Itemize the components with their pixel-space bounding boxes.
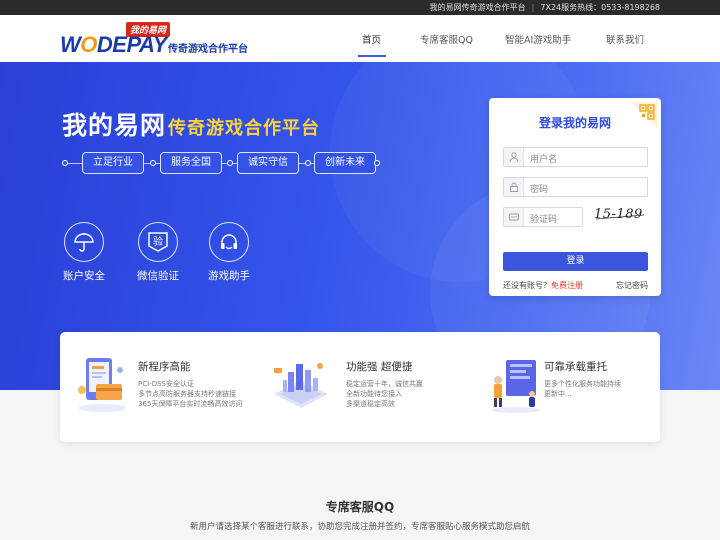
feature-game-assistant: 游戏助手 [203, 222, 255, 283]
nav-home[interactable]: 首页 [362, 32, 381, 46]
feature-card-reliable: 可靠承载重托 更多个性化服务功能持续 更新中... [482, 332, 657, 442]
top-bar-info: 我的易网传奇游戏合作平台 | 7X24服务热线：0533-8198268 [430, 0, 660, 15]
hero-title-sub: 传奇游戏合作平台 [168, 118, 321, 139]
city-platform-illustration [268, 350, 334, 416]
site-name-text: 我的易网传奇游戏合作平台 [429, 3, 526, 12]
feature-card-line: 365天保障平台实时流畅高效访问 [138, 400, 243, 408]
captcha-placeholder: 验证码 [530, 215, 558, 225]
feature-card-title: 新程序高能 [138, 361, 191, 373]
feature-card-desc: PCI-DSS安全认证 多节点高防服务器支持秒速链接 365天保障平台实时流畅高… [138, 379, 242, 409]
feature-card-line: 更多个性化服务功能持续 [544, 380, 621, 388]
feature-strip: 新程序高能 PCI-DSS安全认证 多节点高防服务器支持秒速链接 365天保障平… [60, 332, 660, 442]
hotline-text: 7X24服务热线：0533-8198268 [540, 3, 660, 12]
main-nav: 首页 专席客服QQ 智能AI游戏助手 联系我们 [0, 15, 720, 62]
tagline-dot [305, 160, 311, 166]
feature-label: 账户安全 [63, 270, 105, 282]
feature-card-line: 多渠道稳定高效 [346, 400, 395, 408]
login-title: 登录我的易网 [538, 116, 611, 130]
feature-label: 游戏助手 [208, 270, 250, 282]
feature-card-functions: 功能强 超便捷 稳定运营十年，诚信共赢 全新功能待您接入 多渠道稳定高效 [268, 332, 458, 442]
nav-ai-assistant[interactable]: 智能AI游戏助手 [505, 32, 571, 46]
verify-icon: 验 [138, 222, 178, 262]
tagline-row: 立足行业 服务全国 诚实守信 创新未来 [62, 152, 380, 174]
username-field[interactable]: 用户名 [503, 147, 648, 167]
top-bar: 我的易网传奇游戏合作平台 | 7X24服务热线：0533-8198268 [0, 0, 720, 15]
captcha-image[interactable]: 15-189 [594, 207, 649, 229]
feature-card-desc: 稳定运营十年，诚信共赢 全新功能待您接入 多渠道稳定高效 [346, 379, 423, 409]
tagline-dot [227, 160, 233, 166]
nav-active-underline [358, 55, 386, 57]
password-placeholder: 密码 [530, 185, 549, 195]
hero-title: 我的易网 传奇游戏合作平台 [62, 106, 320, 142]
feature-card-line: 更新中... [544, 390, 572, 398]
forgot-password-link[interactable]: 忘记密码 [616, 280, 648, 291]
payment-card-illustration [72, 350, 138, 416]
tagline-4: 创新未来 [314, 152, 376, 174]
feature-card-line: 稳定运营十年，诚信共赢 [346, 380, 423, 388]
nav-contact[interactable]: 联系我们 [606, 32, 644, 46]
feature-card-program: 新程序高能 PCI-DSS安全认证 多节点高防服务器支持秒速链接 365天保障平… [72, 332, 262, 442]
feature-card-title: 功能强 超便捷 [346, 361, 413, 373]
section-subtitle: 新用户请选择某个客服进行联系，协助您完成注册并签约，专席客服贴心服务模式助您启航 [189, 522, 530, 532]
tagline-dot [62, 160, 68, 166]
shield-code-icon [504, 208, 524, 226]
login-button[interactable]: 登录 [503, 252, 648, 271]
hero-title-main: 我的易网 [62, 111, 167, 140]
tagline-dot [374, 160, 380, 166]
tagline-3: 诚实守信 [237, 152, 299, 174]
nav-qq-service[interactable]: 专席客服QQ [420, 32, 473, 46]
tagline-dot [150, 160, 156, 166]
verify-glyph: 验 [153, 235, 163, 248]
tagline-2: 服务全国 [160, 152, 222, 174]
tagline-1: 立足行业 [82, 152, 144, 174]
headset-icon [209, 222, 249, 262]
header: 我的易网 WODEPAY 传奇游戏合作平台 首页 专席客服QQ 智能AI游戏助手… [0, 15, 720, 62]
feature-card-line: PCI-DSS安全认证 [138, 380, 194, 388]
feature-card-line: 全新功能待您接入 [346, 390, 402, 398]
captcha-field[interactable]: 验证码 [503, 207, 583, 227]
feature-card-desc: 更多个性化服务功能持续 更新中... [544, 379, 621, 399]
team-illustration [482, 350, 548, 416]
lock-icon [504, 178, 524, 196]
feature-card-line: 多节点高防服务器支持秒速链接 [138, 390, 236, 398]
feature-label: 微信验证 [137, 270, 179, 282]
feature-account-security: 账户安全 [58, 222, 110, 283]
feature-card-title: 可靠承载重托 [544, 361, 607, 373]
login-links: 还没有账号？免费注册 忘记密码 [503, 280, 648, 291]
section-title: 专席客服QQ [325, 500, 395, 514]
user-icon [504, 148, 524, 166]
password-field[interactable]: 密码 [503, 177, 648, 197]
username-placeholder: 用户名 [530, 155, 558, 165]
top-bar-separator: | [531, 3, 535, 12]
feature-wechat-verify: 验 微信验证 [132, 222, 184, 283]
umbrella-icon [64, 222, 104, 262]
no-account-text: 还没有账号？ [503, 281, 551, 290]
register-link[interactable]: 免费注册 [551, 281, 583, 290]
